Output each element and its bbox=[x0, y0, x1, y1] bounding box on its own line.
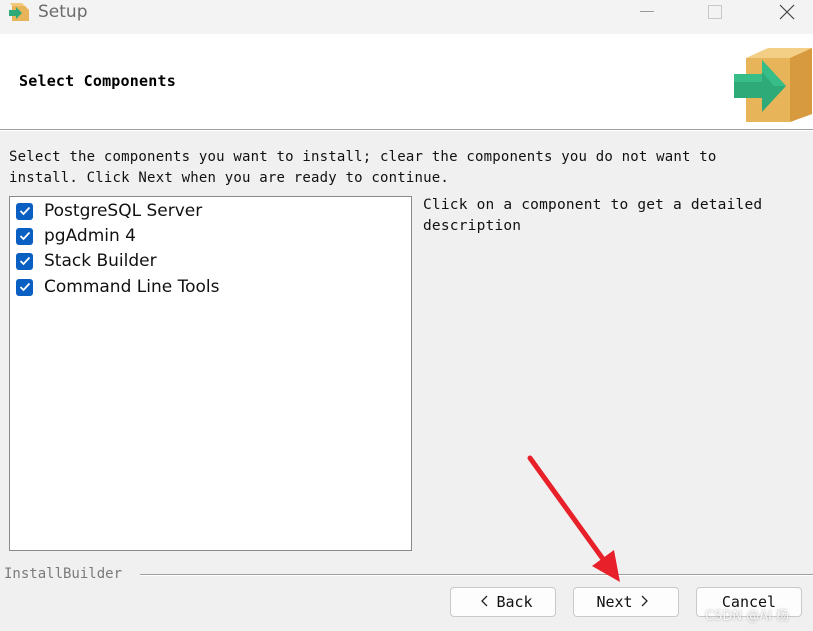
component-item-stack-builder[interactable]: Stack Builder bbox=[16, 249, 157, 273]
chevron-left-icon bbox=[481, 593, 488, 611]
header-panel: Select Components bbox=[0, 34, 813, 129]
annotation-arrow-icon bbox=[527, 455, 620, 582]
close-icon bbox=[779, 4, 795, 20]
next-button-label: Next bbox=[596, 593, 633, 611]
footer-divider-highlight bbox=[140, 575, 813, 576]
checkbox-checked[interactable] bbox=[16, 278, 33, 296]
checkbox-checked[interactable] bbox=[16, 227, 33, 245]
component-item-command-line-tools[interactable]: Command Line Tools bbox=[16, 275, 220, 299]
maximize-icon bbox=[708, 5, 722, 19]
check-icon bbox=[19, 256, 30, 266]
instructions-text: Select the components you want to instal… bbox=[9, 149, 717, 186]
checkbox-checked[interactable] bbox=[16, 202, 33, 220]
window-title: Setup bbox=[38, 2, 88, 22]
title-bar: Setup bbox=[0, 0, 813, 34]
back-button[interactable]: Back bbox=[450, 587, 556, 617]
maximize-button[interactable] bbox=[692, 0, 738, 24]
check-icon bbox=[19, 231, 30, 241]
component-label: Stack Builder bbox=[44, 251, 157, 271]
installer-box-icon bbox=[9, 3, 29, 21]
minimize-button[interactable] bbox=[624, 0, 670, 24]
component-label: Command Line Tools bbox=[44, 277, 220, 297]
component-description: Click on a component to get a detailed d… bbox=[423, 197, 763, 234]
check-icon bbox=[19, 282, 30, 292]
checkbox-checked[interactable] bbox=[16, 252, 33, 270]
installer-box-arrow-icon bbox=[734, 48, 812, 122]
installbuilder-brand: InstallBuilder bbox=[4, 566, 123, 582]
component-label: PostgreSQL Server bbox=[44, 201, 203, 221]
component-list[interactable]: PostgreSQL Server pgAdmin 4 Stack Builde… bbox=[9, 196, 412, 551]
component-label: pgAdmin 4 bbox=[44, 226, 136, 246]
next-button[interactable]: Next bbox=[573, 587, 679, 617]
close-button[interactable] bbox=[764, 0, 810, 24]
check-icon bbox=[19, 206, 30, 216]
component-item-postgresql-server[interactable]: PostgreSQL Server bbox=[16, 199, 202, 223]
component-item-pgadmin-4[interactable]: pgAdmin 4 bbox=[16, 224, 136, 248]
watermark: CSDN @AI 杨 bbox=[705, 609, 790, 624]
back-button-label: Back bbox=[496, 593, 533, 611]
chevron-right-icon bbox=[641, 593, 648, 611]
minimize-icon bbox=[640, 11, 654, 12]
header-divider-highlight bbox=[0, 130, 813, 131]
page-title: Select Components bbox=[19, 72, 176, 90]
